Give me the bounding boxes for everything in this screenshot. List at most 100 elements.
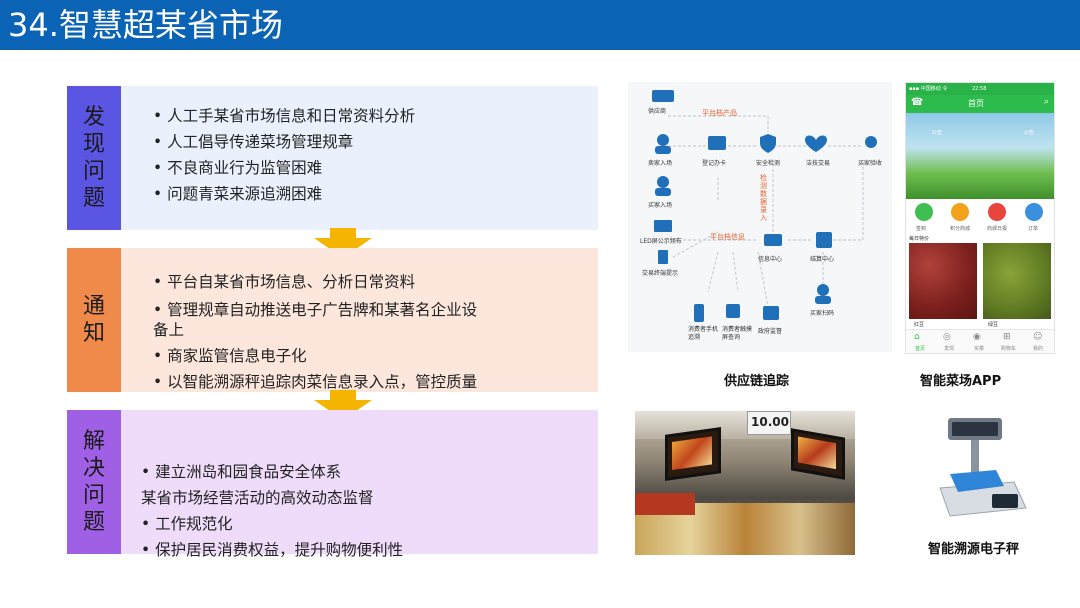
- banner-notice-right: 公告: [1024, 130, 1035, 136]
- truck-icon: [652, 90, 674, 102]
- app-navbar: ☎ 首页 ⌕: [906, 95, 1054, 113]
- caption-scale: 智能溯源电子秤: [928, 542, 1020, 557]
- list-item: • 以智能溯源秤追踪肉菜信息录入点，管控质量: [153, 373, 478, 391]
- supply-chain-diagram: 平台档产品 平台档信息 检测数据录入 供应商 卖家入场 登记办卡 安全检测 洁技…: [628, 82, 892, 352]
- card-icon: [708, 136, 726, 150]
- diagram-node-label: 买家入场: [648, 202, 673, 209]
- list-item: 某省市场经营活动的高效动态监督: [141, 489, 374, 507]
- section-panel-discover: • 人工手某省市场信息和日常资料分析 • 人工倡导传递菜场管理规章 • 不良商业…: [121, 86, 598, 230]
- diagram-node-label: 消费者手机追溯: [688, 326, 719, 341]
- tab-cart-icon[interactable]: ⊞: [1003, 332, 1011, 342]
- app-banner: 公告 公告: [906, 113, 1054, 199]
- tab-label[interactable]: 首页: [915, 345, 925, 352]
- digital-screen-right: [791, 428, 845, 480]
- touchscreen-icon: [726, 304, 740, 318]
- app-icon-signin[interactable]: [915, 203, 933, 221]
- buyer-check-icon: [865, 136, 877, 148]
- tab-me-icon[interactable]: ☺: [1033, 332, 1042, 342]
- diagram-node-label: 买家验收: [858, 160, 883, 167]
- person-icon: [657, 176, 669, 188]
- status-time: 22:58: [972, 86, 987, 92]
- diagram-node-label: 供应商: [648, 108, 667, 115]
- list-item: • 保护居民消费权益，提升购物便利性: [141, 541, 404, 559]
- price-sign-text: 10.00: [751, 415, 789, 429]
- banner-notice-left: 公告: [932, 130, 943, 136]
- person-icon: [817, 284, 829, 296]
- section-panel-notify: • 平台自某省市场信息、分析日常资料 • 管理规章自动推送电子广告牌和某著名企业…: [121, 248, 598, 392]
- person-icon: [657, 134, 669, 146]
- product-red-bean[interactable]: [909, 243, 977, 319]
- list-item: • 人工手某省市场信息和日常资料分析: [153, 107, 416, 125]
- slide-title: 34.智慧超某省市场: [8, 6, 283, 44]
- diagram-node-label: 买家扫码: [810, 310, 835, 317]
- diagram-node-label: 消费者触摸屏查询: [722, 326, 753, 341]
- section-panel-solve: • 建立洲岛和园食品安全体系 某省市场经营活动的高效动态监督 • 工作规范化 •…: [121, 410, 598, 559]
- tab-label[interactable]: 发现: [944, 345, 954, 352]
- product-green-bean[interactable]: [983, 243, 1051, 319]
- app-status-bar: ▪▪▪ 中国移动 令 22:58: [906, 83, 1054, 95]
- diagram-mid-label: 平台档信息: [710, 233, 745, 241]
- app-icon-row: 签到 积分商城 商城日报 订单: [906, 201, 1054, 235]
- product-label: 绿豆: [988, 322, 999, 328]
- led-icon: [654, 220, 672, 232]
- list-item: • 商家监管信息电子化: [153, 347, 307, 365]
- diagram-node-label: 洁技交易: [806, 160, 831, 167]
- app-nav-title: 首页: [968, 99, 984, 108]
- tab-home-icon[interactable]: ⌂: [914, 332, 920, 342]
- app-section-header: 每日特价: [909, 236, 930, 242]
- list-item: • 管理规章自动推送电子广告牌和某著名企业设: [153, 301, 478, 319]
- diagram-vert-label: 检测数据录入: [760, 174, 767, 222]
- diagram-node-label: 交易终端提示: [642, 270, 679, 277]
- list-item: • 问题青菜来源追溯困难: [153, 185, 323, 203]
- app-icon-label: 订单: [1028, 226, 1039, 232]
- shield-icon: [760, 134, 776, 153]
- diagram-node-label: 安全检测: [756, 160, 781, 167]
- app-icon-label: 积分商城: [950, 226, 971, 232]
- price-sign: 10.00: [747, 411, 791, 435]
- search-icon[interactable]: ⌕: [1044, 97, 1049, 107]
- diagram-top-label: 平台档产品: [702, 109, 737, 117]
- tab-label[interactable]: 我的: [1033, 345, 1043, 352]
- red-tray: [635, 493, 695, 515]
- app-tabbar: ⌂ 首页 ◎ 发现 ◉ 买菜 ⊞ 购物车 ☺ 我的: [906, 329, 1054, 353]
- terminal-icon: [658, 250, 668, 264]
- list-item: • 工作规范化: [141, 515, 233, 533]
- diagram-node-label: 信息中心: [758, 256, 783, 263]
- heart-icon: [805, 135, 827, 152]
- diagram-node-label: LED屏公示频布: [640, 238, 682, 245]
- list-item: 备上: [153, 321, 185, 339]
- app-icon-daily[interactable]: [988, 203, 1006, 221]
- diagram-node-label: 政府监督: [758, 328, 783, 335]
- app-icon-label: 签到: [916, 226, 927, 232]
- section-tag-discover: 发现问题: [67, 86, 121, 230]
- caption-app: 智能菜场APP: [920, 374, 1002, 389]
- diagram-node-label: 结算中心: [810, 256, 835, 263]
- section-tag-notify: 通知: [67, 248, 121, 392]
- app-screenshot: ▪▪▪ 中国移动 令 22:58 ☎ 首页 ⌕ 公告 公告 签到 积分商城 商城…: [905, 82, 1055, 354]
- yen-icon: [816, 232, 832, 248]
- monitor-icon: [763, 306, 779, 320]
- list-item: • 建立洲岛和园食品安全体系: [141, 463, 342, 481]
- app-icon-orders[interactable]: [1025, 203, 1043, 221]
- diagram-node-label: 登记办卡: [702, 160, 727, 167]
- diagram-node-label: 卖家入场: [648, 160, 673, 167]
- electronic-scale-image: [930, 412, 1030, 536]
- app-icon-points[interactable]: [951, 203, 969, 221]
- supermarket-photo: 10.00: [635, 411, 855, 555]
- scale-icon: [939, 418, 1027, 517]
- tab-label[interactable]: 买菜: [974, 345, 984, 352]
- title-bar: 34.智慧超某省市场: [0, 0, 1080, 50]
- list-item: • 不良商业行为监管困难: [153, 159, 323, 177]
- product-label: 红豆: [914, 322, 925, 328]
- status-carrier: ▪▪▪ 中国移动 令: [909, 86, 948, 92]
- tab-label[interactable]: 购物车: [1001, 345, 1016, 352]
- digital-screen-left: [665, 427, 721, 481]
- phone-icon: [694, 304, 704, 322]
- caption-supply-chain: 供应链追踪: [724, 374, 790, 389]
- tab-discover-icon[interactable]: ◎: [943, 332, 951, 342]
- tab-buy-icon[interactable]: ◉: [973, 332, 981, 342]
- list-item: • 人工倡导传递菜场管理规章: [153, 133, 354, 151]
- app-icon-label: 商城日报: [987, 226, 1008, 232]
- phone-icon[interactable]: ☎: [911, 97, 923, 108]
- chat-icon: [764, 234, 782, 246]
